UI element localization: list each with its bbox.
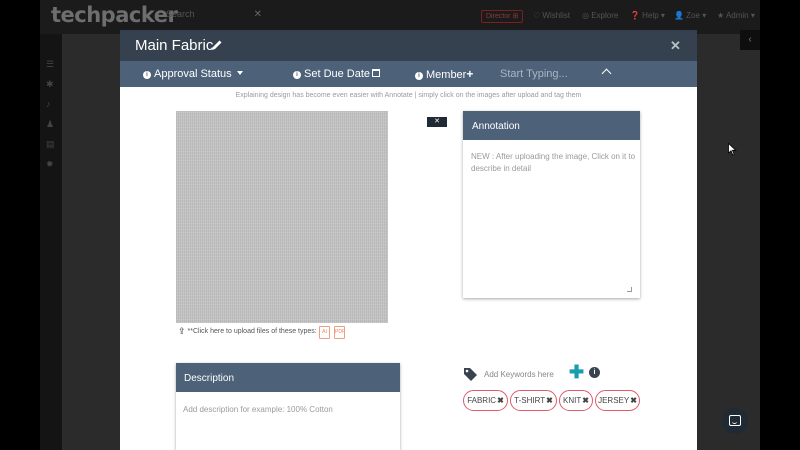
upload-files-link[interactable]: ⇪ **Click here to upload files of these t…	[178, 326, 317, 337]
chat-launcher-button[interactable]	[722, 408, 748, 434]
plus-icon: +	[466, 67, 474, 81]
description-panel: Description Add description for example:…	[176, 363, 400, 450]
keyword-tag-label: T-SHIRT	[514, 396, 546, 405]
remove-tag-icon[interactable]: ✖	[630, 396, 637, 405]
keywords-info-icon[interactable]: i	[589, 367, 600, 378]
mouse-cursor-icon	[728, 143, 737, 156]
global-search-placeholder: Search	[166, 9, 195, 19]
nav-wishlist: ♡ Wishlist	[533, 11, 570, 20]
info-icon: i	[143, 71, 151, 79]
upload-label: **Click here to upload files of these ty…	[187, 328, 317, 335]
annotation-panel: Annotation NEW : After uploading the ima…	[463, 111, 640, 298]
keyword-tag: JERSEY✖	[595, 390, 640, 411]
keywords-input[interactable]: Add Keywords here	[484, 370, 554, 379]
nav-help: ❓ Help ▾	[630, 11, 665, 20]
remove-tag-icon[interactable]: ✖	[546, 396, 553, 405]
app-logo: techpacker	[51, 3, 178, 27]
set-due-date-label: Set Due Date	[304, 68, 371, 80]
approval-status-dropdown[interactable]: i Approval Status	[143, 68, 243, 81]
fabric-modal: Main Fabric ✕ i Approval Status i Set Due …	[120, 30, 697, 450]
modal-header: Main Fabric ✕	[120, 30, 697, 61]
description-input[interactable]: Add description for example: 100% Cotton	[183, 405, 333, 414]
annotation-title: Annotation	[463, 111, 640, 140]
keyword-tag-label: KNIT	[563, 396, 582, 405]
description-title: Description	[176, 363, 400, 392]
role-badge: Director ⊞	[481, 10, 524, 23]
keyword-tag: FABRIC✖	[463, 390, 508, 411]
global-search-input: Search ✕	[166, 9, 266, 25]
list-icon: ☰	[46, 59, 55, 69]
collapse-panel-button[interactable]: ‹	[740, 30, 760, 50]
ai-file-type-icon: AI	[319, 326, 330, 339]
close-modal-button[interactable]: ✕	[670, 38, 681, 54]
add-member-button[interactable]: i Member+	[415, 68, 473, 81]
nav-user: 👤 Zoe ▾	[674, 11, 707, 20]
settings-cog-icon: ✱	[46, 79, 54, 89]
remove-tag-icon[interactable]: ✖	[497, 396, 504, 405]
chevron-down-icon	[236, 71, 243, 75]
gear-icon: ✹	[46, 159, 54, 169]
approval-status-label: Approval Status	[154, 68, 232, 80]
resize-handle-icon[interactable]	[627, 287, 632, 292]
chevron-up-icon[interactable]	[601, 68, 612, 79]
add-keyword-plus-icon[interactable]: ✚	[569, 363, 584, 381]
app-sidebar: ☰ ✱ ♪ ♟ ▤ ✹	[40, 34, 62, 450]
chat-icon	[729, 415, 741, 426]
member-label: Member	[426, 69, 467, 81]
clipboard-icon: ▤	[46, 139, 55, 149]
nav-explore: ◎ Explore	[582, 11, 619, 20]
calendar-icon	[372, 69, 381, 77]
annotate-hint: Explaining design has become even easier…	[235, 92, 582, 99]
tag-icon	[464, 368, 477, 381]
annotation-textarea[interactable]: NEW : After uploading the image, Click o…	[471, 151, 636, 175]
remove-image-button[interactable]: ✕	[427, 117, 447, 127]
upload-icon: ⇪	[178, 326, 186, 336]
clear-search-icon: ✕	[253, 9, 262, 20]
remove-tag-icon[interactable]: ✖	[582, 396, 589, 405]
pdf-file-type-icon: PDF	[334, 326, 345, 339]
set-due-date-button[interactable]: i Set Due Date	[293, 68, 381, 81]
modal-toolbar: i Approval Status i Set Due Date i Member+ …	[120, 61, 697, 87]
keyword-tag: T-SHIRT✖	[510, 390, 557, 411]
keyword-tag-label: FABRIC	[467, 396, 497, 405]
users-icon: ♟	[46, 119, 55, 129]
bell-icon: ♪	[46, 99, 51, 109]
info-icon: i	[293, 71, 301, 79]
nav-admin: ★ Admin ▾	[717, 11, 755, 20]
keyword-tag-label: JERSEY	[598, 396, 630, 405]
info-icon: i	[415, 72, 423, 80]
fabric-image[interactable]	[176, 111, 388, 323]
member-search-input[interactable]: Start Typing...	[500, 68, 568, 80]
edit-pencil-icon[interactable]	[211, 39, 223, 51]
modal-title[interactable]: Main Fabric	[135, 37, 213, 54]
keyword-tag: KNIT✖	[559, 390, 593, 411]
